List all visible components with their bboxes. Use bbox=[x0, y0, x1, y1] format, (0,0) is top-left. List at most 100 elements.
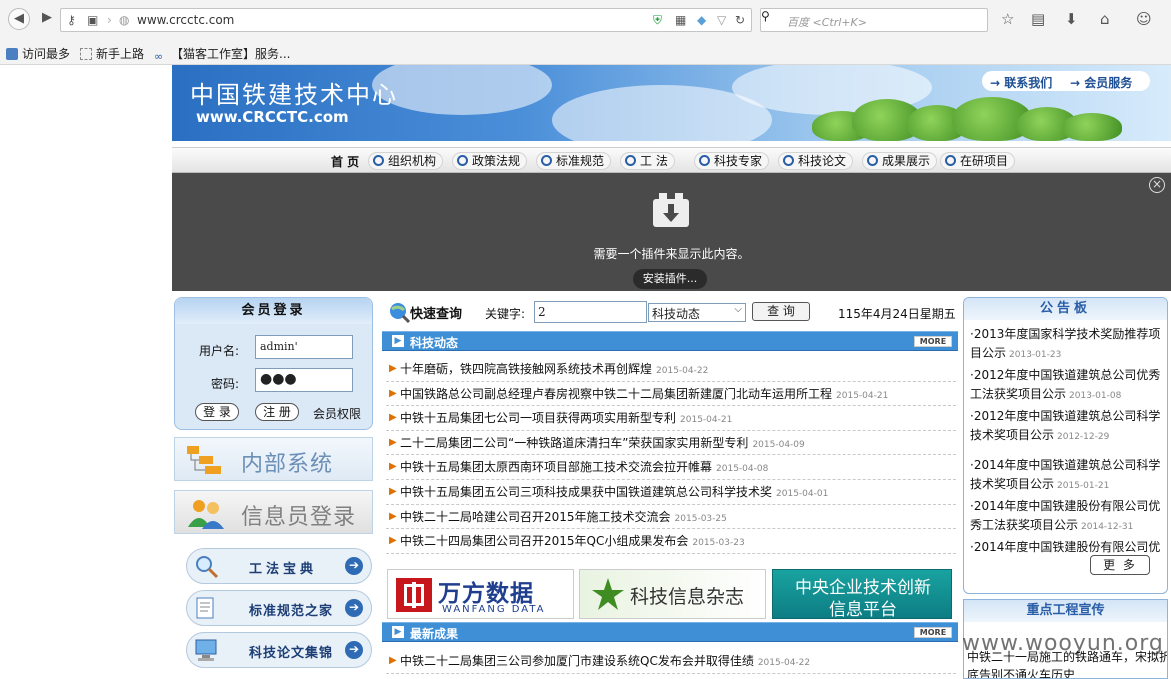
method-manual-link[interactable]: 工法宝典 ➔ bbox=[186, 548, 372, 584]
news-item[interactable]: ▶ 二十二局集团二公司“一种铁路道床清扫车”荣获国家实用新型专利 2015-04-0… bbox=[386, 431, 956, 456]
news-item[interactable]: ▶ 中铁十五局集团太原西南环项目部施工技术交流会拉开帷幕 2015-04-08 bbox=[386, 455, 956, 480]
news-item[interactable]: ▶ 中国铁路总公司副总经理卢春房视察中铁二十二局集团新建厦门北动车运用所工程 201… bbox=[386, 382, 956, 407]
bullet-icon: ▶ bbox=[389, 461, 397, 473]
search-icon: ⚲ bbox=[761, 9, 770, 23]
papers-collection-link[interactable]: 科技论文集锦 ➔ bbox=[186, 632, 372, 668]
tech-info-magazine-name: 科技信息杂志 bbox=[630, 586, 745, 608]
keyword-input[interactable]: 2 bbox=[534, 301, 647, 323]
nav-item-standards[interactable]: 标准规范 bbox=[536, 152, 612, 170]
chat-icon[interactable]: ☺ bbox=[1136, 10, 1152, 28]
tech-info-magazine-link[interactable]: 科技信息杂志 bbox=[579, 569, 766, 619]
cube-icon[interactable]: ◆ bbox=[697, 13, 706, 27]
forward-button[interactable]: ▶ bbox=[36, 8, 58, 30]
tree-shape bbox=[1062, 113, 1122, 141]
news-item[interactable]: ▶ 中铁二十四局集团公司召开2015年QC小组成果发布会 2015-03-23 bbox=[386, 529, 956, 554]
shield-icon[interactable]: ⛨ bbox=[653, 13, 662, 28]
member-login-box: 会员登录 用户名: admin' 密码: ●●● 登 录 注 册 会员权限 bbox=[174, 297, 373, 430]
news-item[interactable]: ▶ 中铁十五局集团五公司三项科技成果获中国铁道建筑总公司科学技术奖 2015-04-… bbox=[386, 480, 956, 505]
globe-icon: ◍ bbox=[119, 13, 130, 27]
nav-item-methods[interactable]: 工 法 bbox=[620, 152, 675, 170]
notice-item[interactable]: ·2014年度中国铁建股份有限公司优秀工法获奖项目公示 2014-12-31 bbox=[970, 497, 1166, 537]
bullet-icon: ▶ bbox=[389, 510, 397, 522]
informant-login-label: 信息员登录 bbox=[241, 505, 357, 530]
tech-news-list: ▶ 十年磨砺，铁四院高铁接触网系统技术再创辉煌 2015-04-22 ▶ 中国铁路总公… bbox=[386, 357, 956, 554]
bookmark-maoke[interactable]: ∞ 【猫客工作室】服务... bbox=[154, 45, 290, 63]
news-item[interactable]: ▶ 中铁十五局集团七公司一项目获得两项实用新型专利 2015-04-21 bbox=[386, 406, 956, 431]
notice-item[interactable]: ·2012年度中国铁道建筑总公司科学技术奖项目公示 2012-12-29 bbox=[970, 407, 1166, 447]
nav-item-papers[interactable]: 科技论文 bbox=[778, 152, 854, 170]
bookmarks-bar: 访问最多 新手上路 ∞ 【猫客工作室】服务... bbox=[0, 40, 1171, 65]
download-icon[interactable]: ⬇ bbox=[1065, 10, 1078, 28]
category-select[interactable]: 科技动态 ⌵ bbox=[648, 303, 746, 322]
qrcode-icon[interactable]: ▦ bbox=[675, 13, 686, 27]
password-label: 密码: bbox=[211, 377, 240, 391]
platform-title-line2: 信息平台 bbox=[829, 600, 897, 620]
bullet-icon: ▶ bbox=[389, 387, 397, 399]
internal-system-button[interactable]: 内部系统 bbox=[174, 437, 373, 481]
arrow-right-icon: ➔ bbox=[345, 557, 363, 575]
latest-results-more-button[interactable]: MORE bbox=[914, 627, 952, 638]
notice-item[interactable]: ·2014年度中国铁道建筑总公司科学技术奖项目公示 2015-01-21 bbox=[970, 456, 1166, 496]
nav-item-organization[interactable]: 组织机构 bbox=[368, 152, 444, 170]
login-button[interactable]: 登 录 bbox=[195, 403, 239, 421]
informant-login-button[interactable]: 信息员登录 bbox=[174, 490, 373, 534]
notice-item[interactable]: ·2012年度中国铁道建筑总公司优秀工法获奖项目公示 2013-01-08 bbox=[970, 366, 1166, 406]
notice-item[interactable]: ·2014年度中国铁建股份有限公司优 bbox=[970, 538, 1166, 556]
wanfang-data-link[interactable]: 万方数据 WANFANG DATA bbox=[387, 569, 574, 619]
tech-news-more-button[interactable]: MORE bbox=[914, 336, 952, 347]
plugin-icon bbox=[653, 193, 689, 227]
soe-innovation-platform-link[interactable]: 中央企业技术创新 信息平台 bbox=[772, 569, 952, 620]
star-icon[interactable]: ☆ bbox=[1001, 10, 1014, 28]
search-bar[interactable]: ⚲ 百度 <Ctrl+K> bbox=[760, 8, 988, 32]
register-button[interactable]: 注 册 bbox=[255, 403, 299, 421]
reload-icon[interactable]: ↻ bbox=[735, 13, 745, 27]
page-info-icon[interactable]: ▣ bbox=[87, 13, 98, 27]
bookmark-getting-started[interactable]: 新手上路 bbox=[80, 45, 144, 62]
back-button[interactable]: ◀ bbox=[8, 8, 30, 30]
wanfang-en-name: WANFANG DATA bbox=[442, 604, 546, 615]
dropdown-icon[interactable]: ▽ bbox=[717, 13, 726, 27]
watermark: www.wooyun.org bbox=[962, 631, 1164, 656]
url-text[interactable]: www.crcctc.com bbox=[137, 13, 234, 27]
section-marker-icon: ▶ bbox=[392, 626, 404, 638]
trees-decoration bbox=[812, 95, 1122, 141]
page-icon bbox=[80, 48, 92, 60]
query-button[interactable]: 查 询 bbox=[752, 302, 810, 321]
nav-home[interactable]: 首 页 bbox=[331, 153, 359, 170]
news-item[interactable]: ▶ 中铁二十二局哈建公司召开2015年施工技术交流会 2015-03-25 bbox=[386, 505, 956, 530]
folder-tree-icon bbox=[187, 446, 221, 474]
address-bar[interactable]: ⚷ ▣ › ◍ www.crcctc.com ⛨ ▦ ◆ ▽ ↻ bbox=[60, 8, 752, 32]
document-icon bbox=[196, 597, 214, 619]
install-plugin-button[interactable]: 安装插件... bbox=[633, 269, 707, 289]
news-item[interactable]: ▶ 中铁二十二局集团三公司参加厦门市建设系统QC发布会并取得佳绩 2015-04-2… bbox=[386, 649, 956, 674]
notice-board-title: 公告板 bbox=[964, 298, 1167, 320]
bullet-icon: ▶ bbox=[389, 485, 397, 497]
bullet-icon: ▶ bbox=[389, 655, 397, 666]
member-rights-link[interactable]: 会员权限 bbox=[313, 405, 361, 422]
globe-search-icon bbox=[390, 303, 410, 323]
nav-item-experts[interactable]: 科技专家 bbox=[694, 152, 770, 170]
news-item[interactable]: ▶ 十年磨砺，铁四院高铁接触网系统技术再创辉煌 2015-04-22 bbox=[386, 357, 956, 382]
nav-item-policy[interactable]: 政策法规 bbox=[452, 152, 528, 170]
notice-more-button[interactable]: 更 多 bbox=[1090, 555, 1150, 575]
site-url: www.CRCCTC.com bbox=[196, 108, 349, 126]
bookmark-icon bbox=[6, 48, 18, 60]
magnifier-icon bbox=[196, 556, 219, 579]
contact-us-link[interactable]: → 联系我们 bbox=[990, 74, 1052, 91]
home-icon[interactable]: ⌂ bbox=[1100, 10, 1110, 28]
close-icon[interactable]: × bbox=[1149, 177, 1165, 193]
plugin-placeholder: 需要一个插件来显示此内容。 安装插件... × bbox=[172, 173, 1171, 291]
username-input[interactable]: admin' bbox=[255, 335, 353, 359]
password-input[interactable]: ●●● bbox=[255, 368, 353, 392]
nav-bullet-icon bbox=[541, 155, 552, 166]
bookmark-most-visited[interactable]: 访问最多 bbox=[6, 45, 70, 62]
nav-item-projects[interactable]: 在研项目 bbox=[940, 152, 1016, 170]
notice-item[interactable]: ·2013年度国家科学技术奖励推荐项目公示 2013-01-23 bbox=[970, 325, 1166, 365]
nav-item-achievements[interactable]: 成果展示 bbox=[862, 152, 938, 170]
reading-list-icon[interactable]: ▤ bbox=[1031, 10, 1045, 28]
arrow-right-icon: ➔ bbox=[345, 641, 363, 659]
standards-home-link[interactable]: 标准规范之家 ➔ bbox=[186, 590, 372, 626]
member-service-link[interactable]: → 会员服务 bbox=[1070, 74, 1132, 91]
nav-bullet-icon bbox=[699, 155, 710, 166]
leaf-logo-icon bbox=[592, 578, 624, 610]
